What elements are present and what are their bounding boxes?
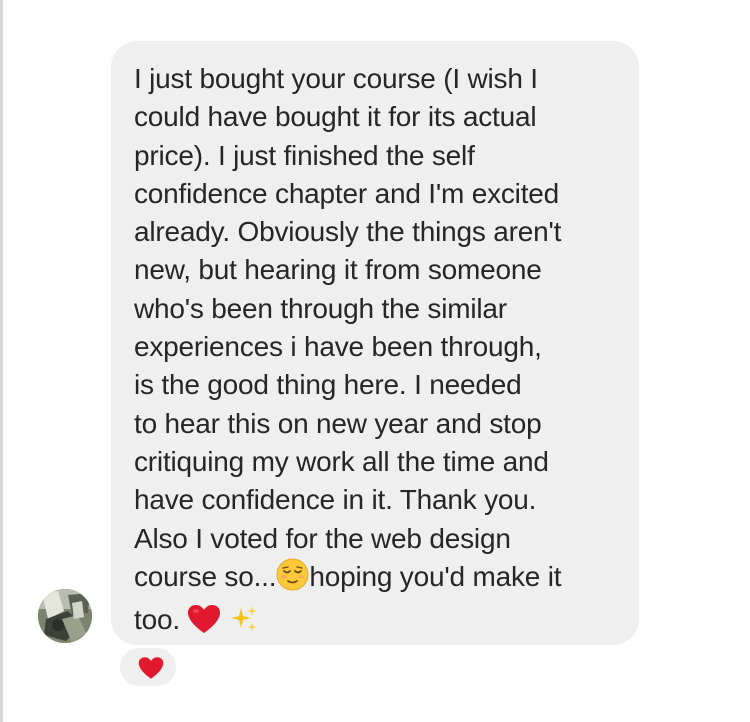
message-line: price). I just finished the self — [134, 139, 475, 171]
message-line: already. Obviously the things aren't — [134, 216, 562, 248]
message-line: I just bought your course (I wish I — [134, 63, 538, 94]
message-line: course so... — [134, 560, 277, 592]
message-line: have confidence in it. Thank you. — [134, 484, 537, 516]
avatar-image — [38, 589, 92, 643]
message-text: I just bought your course (I wish I coul… — [134, 60, 634, 644]
message-line: new, but hearing it from someone — [134, 254, 542, 286]
message-line: Also I voted for the web design — [134, 522, 511, 554]
red-heart-icon — [187, 604, 221, 644]
message-line: confidence chapter and I'm excited — [134, 177, 560, 209]
message-line: too. — [134, 604, 188, 636]
message-line: is the good thing here. I needed — [134, 369, 522, 401]
message-line: critiquing my work all the time and — [134, 445, 549, 477]
message-line: who's been through the similar — [134, 292, 507, 324]
reaction-pill[interactable] — [117, 645, 179, 689]
message-line: could have bought it for its actual — [134, 101, 537, 133]
relieved-face-icon — [276, 558, 309, 601]
message-line: experiences i have been through, — [134, 331, 542, 363]
sparkles-icon — [229, 604, 259, 644]
message-row: I just bought your course (I wish I coul… — [0, 0, 750, 722]
reaction-heart-icon — [138, 656, 164, 680]
message-line: to hear this on new year and stop — [134, 407, 542, 439]
message-line: hoping you'd make it — [309, 560, 562, 592]
sender-avatar[interactable] — [38, 589, 92, 643]
